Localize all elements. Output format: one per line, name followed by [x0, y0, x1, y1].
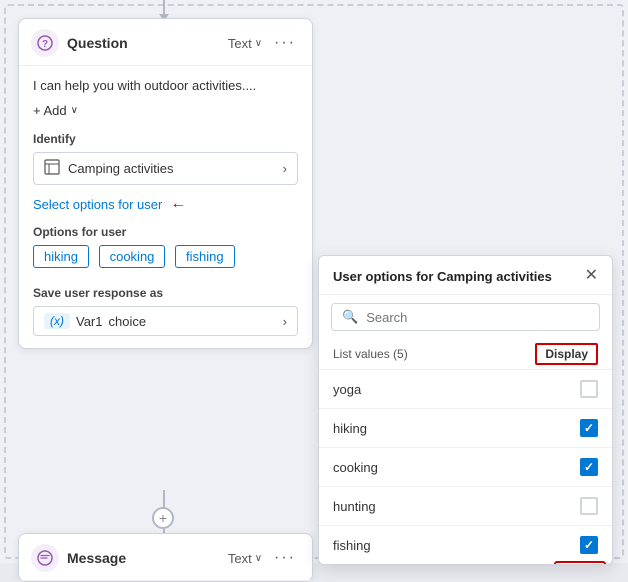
item-name-hiking: hiking — [333, 421, 367, 436]
checkbox-yoga[interactable] — [580, 380, 598, 398]
identify-entity-box[interactable]: Camping activities › — [33, 152, 298, 185]
panel-title: User options for Camping activities — [333, 269, 552, 284]
panel-list-header: List values (5) Display — [319, 339, 612, 369]
message-card-type-selector[interactable]: Text ∨ — [228, 551, 262, 566]
save-var-badge: (x) — [44, 313, 70, 329]
card-title: Question — [67, 35, 220, 51]
select-options-label: Select options for user — [33, 197, 162, 212]
card-type-label: Text — [228, 36, 252, 51]
question-card: ? Question Text ∨ ··· I can help you wit… — [18, 18, 313, 349]
identify-section-label: Identify — [33, 132, 298, 146]
search-input[interactable] — [366, 310, 589, 325]
canvas: ? Question Text ∨ ··· I can help you wit… — [0, 0, 628, 563]
message-chevron-down-icon: ∨ — [255, 553, 262, 564]
message-card-title: Message — [67, 550, 220, 566]
add-node-button[interactable]: + — [152, 507, 174, 529]
search-box: 🔍 — [331, 303, 600, 331]
checkbox-hunting[interactable] — [580, 497, 598, 515]
list-item-hunting: hunting — [319, 487, 612, 526]
checkbox-cooking[interactable] — [580, 458, 598, 476]
display-column-label: Display — [535, 343, 598, 365]
list-item-fishing: fishing — [319, 526, 612, 564]
identify-entity-text: Camping activities — [68, 161, 283, 176]
identify-chevron-icon: › — [283, 161, 287, 176]
checkbox-fishing[interactable] — [580, 536, 598, 554]
save-choice: choice — [109, 314, 283, 329]
checkbox-hiking[interactable] — [580, 419, 598, 437]
select-options-link[interactable]: Select options for user ← — [33, 195, 298, 213]
options-tags: hiking cooking fishing — [33, 245, 298, 274]
save-section: Save user response as (x) Var1 choice › — [33, 286, 298, 336]
card-menu-button[interactable]: ··· — [270, 32, 300, 54]
options-section-label: Options for user — [33, 225, 298, 239]
item-name-yoga: yoga — [333, 382, 361, 397]
card-header: ? Question Text ∨ ··· — [19, 19, 312, 66]
save-section-label: Save user response as — [33, 286, 298, 300]
list-item-hiking: hiking — [319, 409, 612, 448]
message-type-label: Text — [228, 551, 252, 566]
item-name-cooking: cooking — [333, 460, 378, 475]
chevron-down-icon: ∨ — [255, 38, 262, 49]
option-tag-fishing[interactable]: fishing — [175, 245, 235, 268]
panel-header: User options for Camping activities ✕ — [319, 256, 612, 295]
card-description: I can help you with outdoor activities..… — [33, 78, 298, 93]
table-icon — [44, 159, 60, 178]
panel-close-button[interactable]: ✕ — [585, 268, 598, 284]
question-icon: ? — [31, 29, 59, 57]
panel-search: 🔍 — [319, 295, 612, 339]
user-options-panel: User options for Camping activities ✕ 🔍 … — [318, 255, 613, 565]
option-tag-cooking[interactable]: cooking — [99, 245, 166, 268]
message-card-menu-button[interactable]: ··· — [270, 547, 300, 569]
item-name-hunting: hunting — [333, 499, 376, 514]
message-card: Message Text ∨ ··· — [18, 533, 313, 582]
svg-text:?: ? — [42, 39, 48, 50]
card-body: I can help you with outdoor activities..… — [19, 66, 312, 348]
save-row[interactable]: (x) Var1 choice › — [33, 306, 298, 336]
list-item-yoga: yoga — [319, 370, 612, 409]
list-values-label: List values (5) — [333, 347, 408, 361]
list-item-cooking: cooking — [319, 448, 612, 487]
item-name-fishing: fishing — [333, 538, 371, 553]
save-var-name: Var1 — [76, 314, 103, 329]
add-chevron-icon: ∨ — [71, 105, 78, 116]
add-button[interactable]: + Add ∨ — [33, 103, 298, 118]
option-tag-hiking[interactable]: hiking — [33, 245, 89, 268]
red-arrow-icon: ← — [170, 195, 186, 213]
card-type-selector[interactable]: Text ∨ — [228, 36, 262, 51]
message-icon — [31, 544, 59, 572]
message-card-header: Message Text ∨ ··· — [19, 534, 312, 581]
panel-list: yoga hiking cooking hunting fishing — [319, 369, 612, 564]
save-chevron-icon: › — [283, 314, 287, 329]
add-label: + Add — [33, 103, 67, 118]
search-icon: 🔍 — [342, 309, 358, 325]
